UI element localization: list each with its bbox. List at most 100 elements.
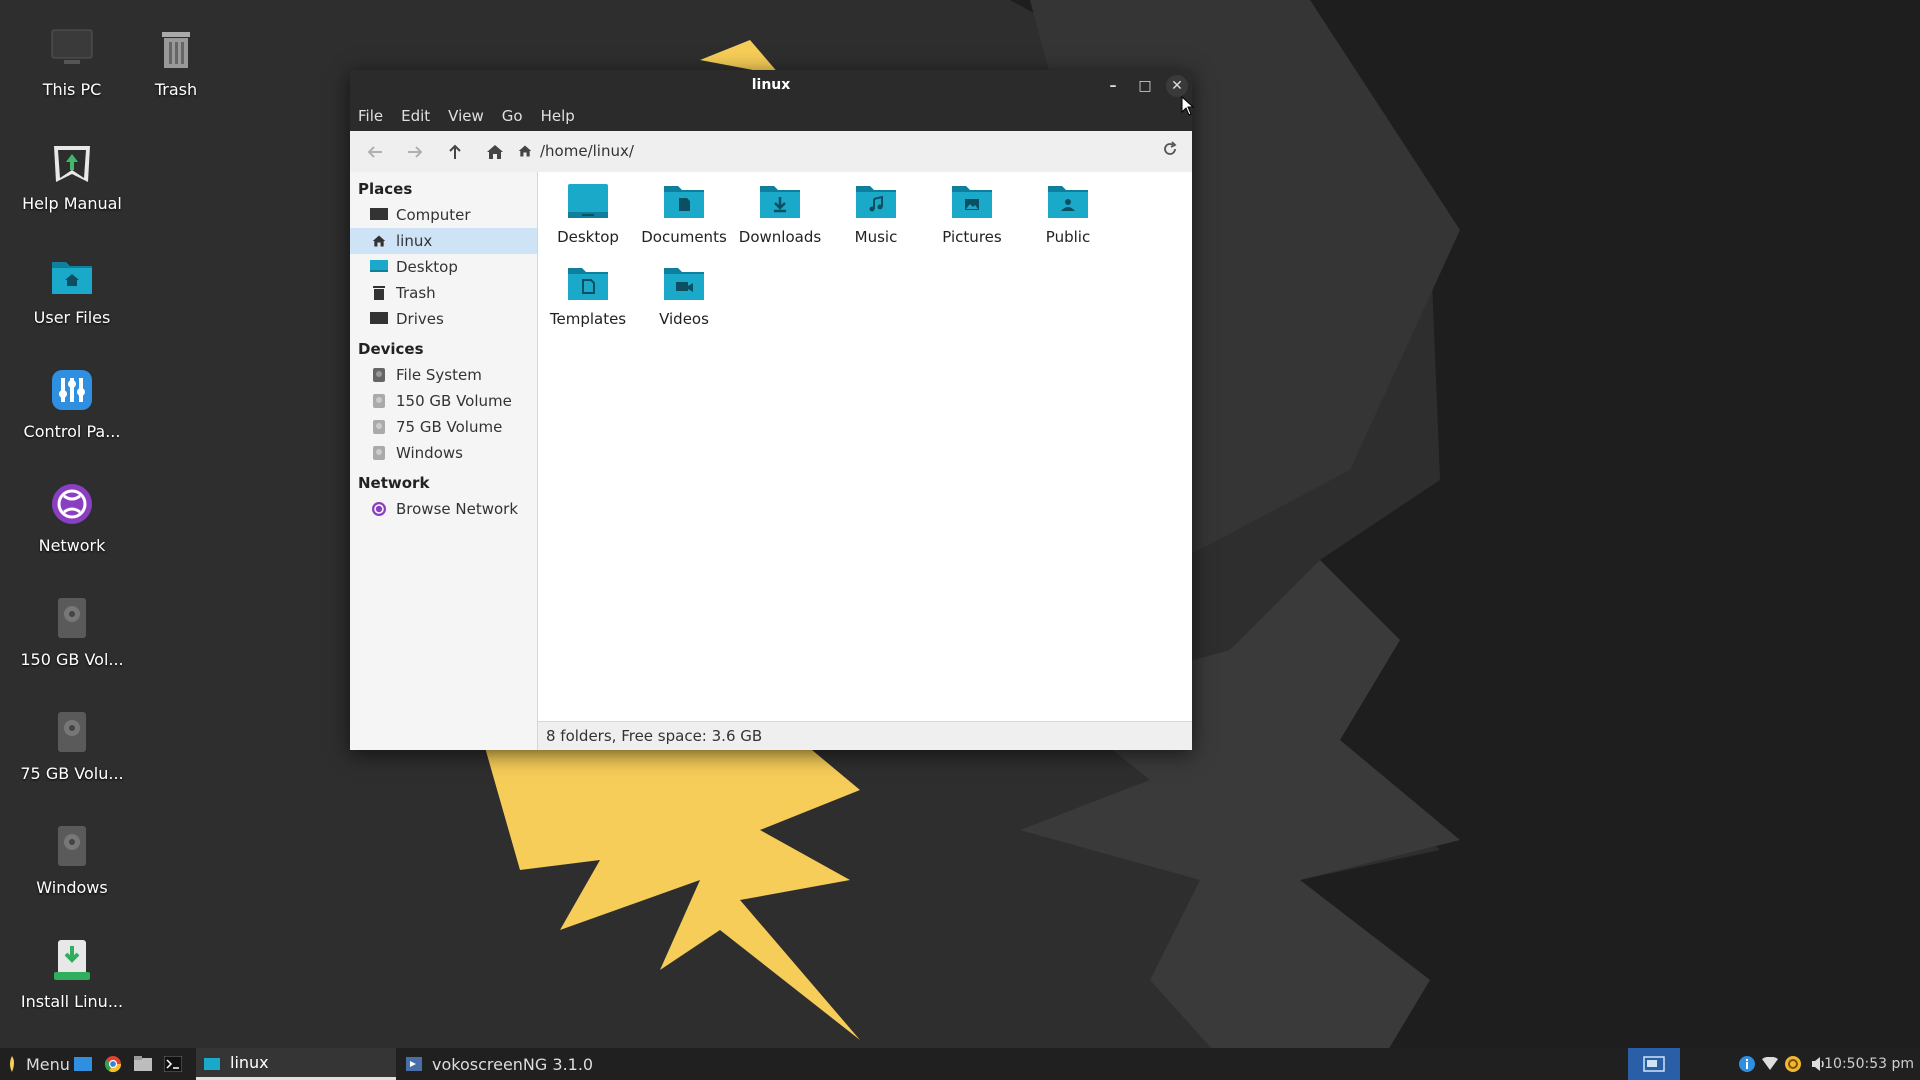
- network-globe-icon: [52, 484, 92, 524]
- maximize-button[interactable]: □: [1134, 75, 1156, 97]
- folder-icon: [204, 1057, 220, 1070]
- sidebar-item-75gb-volume[interactable]: 75 GB Volume: [350, 414, 537, 440]
- documents-folder-icon: [664, 186, 704, 218]
- toolbar: /home/linux/: [350, 131, 1192, 173]
- videos-folder-icon: [664, 268, 704, 300]
- menu-icon: [10, 1056, 14, 1072]
- folder-templates[interactable]: Templates: [540, 264, 636, 328]
- desktop-icon-help-manual[interactable]: Help Manual: [17, 138, 127, 213]
- desktop-icon-install-linux[interactable]: Install Linu...: [17, 936, 127, 1011]
- drive-icon: [58, 826, 86, 866]
- sidebar-item-drives[interactable]: Drives: [350, 306, 537, 332]
- wifi-icon: [1762, 1057, 1778, 1070]
- arrow-up-icon: [449, 144, 461, 159]
- folder-music[interactable]: Music: [828, 182, 924, 246]
- desktop-icon-150gb-volume[interactable]: 150 GB Vol...: [17, 594, 127, 669]
- drive-icon: [58, 712, 86, 752]
- show-desktop-icon: [74, 1057, 92, 1071]
- folder-videos[interactable]: Videos: [636, 264, 732, 328]
- sidebar-heading-network: Network: [358, 474, 430, 492]
- menu-go[interactable]: Go: [502, 107, 523, 125]
- desktop-folder-icon: [370, 260, 388, 272]
- drive-icon: [373, 446, 385, 460]
- menu-file[interactable]: File: [358, 107, 383, 125]
- sidebar: Places Computer linux Desktop Trash Driv…: [350, 172, 538, 750]
- home-folder-icon: [52, 262, 92, 294]
- network-globe-icon: [372, 502, 386, 516]
- desktop-icon-windows[interactable]: Windows: [17, 822, 127, 897]
- status-text: 8 folders, Free space: 3.6 GB: [546, 727, 763, 745]
- tray-wifi[interactable]: [1762, 1048, 1778, 1080]
- folder-public[interactable]: Public: [1020, 182, 1116, 246]
- tray-info[interactable]: [1738, 1048, 1756, 1080]
- menu-view[interactable]: View: [448, 107, 484, 125]
- sidebar-item-desktop[interactable]: Desktop: [350, 254, 537, 280]
- file-view: Desktop Documents Downloads Music Pictur…: [538, 172, 1192, 722]
- monitor-icon: [51, 29, 93, 64]
- quicklaunch-terminal[interactable]: [164, 1048, 182, 1080]
- mouse-cursor-icon: [1181, 96, 1195, 116]
- menu-help[interactable]: Help: [541, 107, 575, 125]
- desktop-icon-user-files[interactable]: User Files: [17, 252, 127, 327]
- sidebar-item-browse-network[interactable]: Browse Network: [350, 496, 537, 522]
- sidebar-item-computer[interactable]: Computer: [350, 202, 537, 228]
- browser-icon: [104, 1056, 122, 1073]
- update-icon: [1785, 1056, 1801, 1072]
- sidebar-item-linux[interactable]: linux: [350, 228, 537, 254]
- reload-icon: [1164, 141, 1177, 155]
- folder-documents[interactable]: Documents: [636, 182, 732, 246]
- desktop-icon-75gb-volume[interactable]: 75 GB Volu...: [17, 708, 127, 783]
- file-manager-icon: [134, 1056, 152, 1071]
- menu-edit[interactable]: Edit: [401, 107, 430, 125]
- help-manual-icon: [54, 146, 90, 182]
- desktop-icon-network[interactable]: Network: [17, 480, 127, 555]
- reload-button[interactable]: [1162, 141, 1178, 161]
- info-icon: [1739, 1056, 1755, 1072]
- control-panel-icon: [52, 370, 92, 410]
- downloads-folder-icon: [760, 186, 800, 218]
- home-icon: [487, 144, 503, 159]
- sidebar-item-windows[interactable]: Windows: [350, 440, 537, 466]
- taskbar-task-linux[interactable]: linux: [196, 1048, 396, 1080]
- workspace-icon: [1643, 1056, 1665, 1072]
- desktop-icon-control-panel[interactable]: Control Pa...: [17, 366, 127, 441]
- close-button[interactable]: ✕: [1166, 75, 1188, 97]
- public-folder-icon: [1048, 186, 1088, 218]
- clock[interactable]: 10:50:53 pm: [1824, 1048, 1914, 1080]
- sidebar-item-150gb-volume[interactable]: 150 GB Volume: [350, 388, 537, 414]
- start-menu-button[interactable]: Menu: [6, 1048, 70, 1080]
- tray-update[interactable]: [1784, 1048, 1802, 1080]
- forward-button[interactable]: [400, 137, 430, 167]
- arrow-right-icon: [408, 145, 423, 158]
- desktop-icon-trash[interactable]: Trash: [121, 24, 231, 99]
- sidebar-item-file-system[interactable]: File System: [350, 362, 537, 388]
- folder-downloads[interactable]: Downloads: [732, 182, 828, 246]
- path-text: /home/linux/: [540, 142, 634, 160]
- taskbar: Menu linux vokoscreenNG 3.1.0 10:50:53 p…: [0, 1048, 1920, 1080]
- quicklaunch-file-manager[interactable]: [134, 1048, 152, 1080]
- up-button[interactable]: [440, 137, 470, 167]
- drive-icon: [373, 394, 385, 408]
- workspace-switcher[interactable]: [1628, 1048, 1680, 1080]
- home-button[interactable]: [480, 137, 510, 167]
- folder-pictures[interactable]: Pictures: [924, 182, 1020, 246]
- taskbar-task-vokoscreen[interactable]: vokoscreenNG 3.1.0: [398, 1048, 626, 1080]
- quicklaunch-show-desktop[interactable]: [74, 1048, 92, 1080]
- quicklaunch-browser[interactable]: [104, 1048, 122, 1080]
- window-body: Places Computer linux Desktop Trash Driv…: [350, 172, 1192, 750]
- pictures-folder-icon: [952, 186, 992, 218]
- screen-recorder-icon: [406, 1057, 422, 1071]
- terminal-icon: [164, 1056, 182, 1072]
- desktop-icon-this-pc[interactable]: This PC: [17, 24, 127, 99]
- path-bar[interactable]: /home/linux/: [518, 137, 1182, 165]
- desktop-folder-icon: [568, 184, 608, 218]
- menu-bar: File Edit View Go Help: [350, 101, 1192, 131]
- back-button[interactable]: [360, 137, 390, 167]
- minimize-button[interactable]: –: [1102, 75, 1124, 97]
- drive-icon: [373, 368, 385, 382]
- window-titlebar[interactable]: linux – □ ✕: [350, 70, 1192, 101]
- trash-icon: [162, 32, 190, 68]
- trash-icon: [373, 286, 385, 300]
- sidebar-item-trash[interactable]: Trash: [350, 280, 537, 306]
- folder-desktop[interactable]: Desktop: [540, 182, 636, 246]
